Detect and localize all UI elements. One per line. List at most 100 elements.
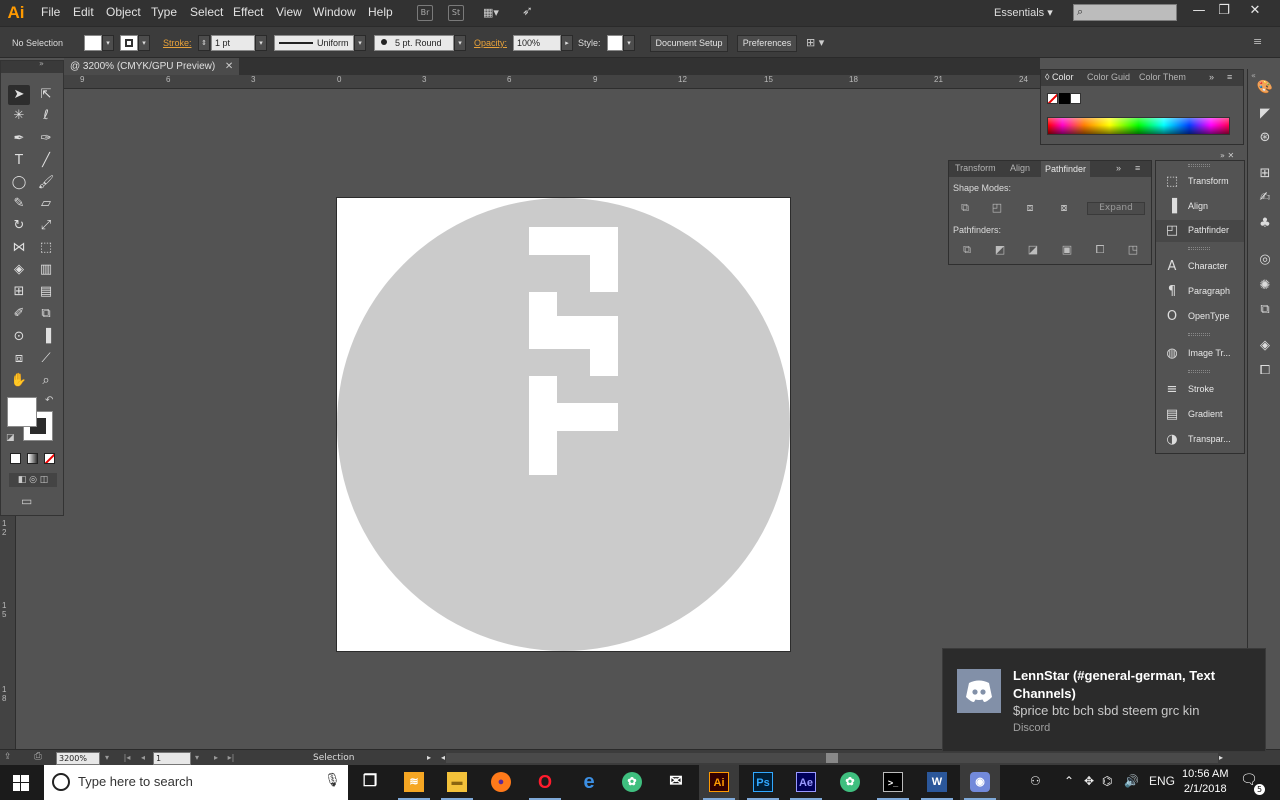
previous-artboard-icon[interactable]: ◂ <box>138 752 148 764</box>
width-tool-icon[interactable]: ⋈ <box>8 238 30 258</box>
tab-pathfinder[interactable]: Pathfinder <box>1041 161 1091 177</box>
taskbar-app-task-view[interactable]: ❒ <box>350 765 390 800</box>
tab-color-themes[interactable]: Color Them <box>1139 72 1186 82</box>
taskbar-app-opera[interactable]: O <box>525 765 565 800</box>
brush-field[interactable]: 5 pt. Round <box>374 35 454 51</box>
minimize-button[interactable]: — <box>1187 2 1211 20</box>
menu-edit[interactable]: Edit <box>73 5 94 19</box>
free-transform-tool-icon[interactable]: ⬚ <box>35 238 57 258</box>
artboard[interactable] <box>336 197 791 652</box>
expand-button[interactable]: Expand <box>1087 202 1145 215</box>
fill-swatch[interactable] <box>7 397 37 427</box>
dock-transparency[interactable]: ◑ Transpar... <box>1156 429 1244 451</box>
hand-tool-icon[interactable]: ✋ <box>8 371 30 391</box>
menu-help[interactable]: Help <box>368 5 393 19</box>
dock-paragraph[interactable]: ¶ Paragraph <box>1156 281 1244 303</box>
taskbar-app-mail[interactable]: ✉ <box>656 765 696 800</box>
artboard-number-field[interactable]: 1 <box>153 752 191 765</box>
tab-align[interactable]: Align <box>1010 163 1030 173</box>
dock-gradient[interactable]: ▤ Gradient <box>1156 404 1244 426</box>
brushes-icon[interactable]: ✍ <box>1256 189 1274 207</box>
taskbar-app-photoshop[interactable]: Ps <box>743 765 783 800</box>
expand-panel-icon[interactable]: » <box>1116 163 1121 173</box>
share-icon[interactable]: ⇪ <box>4 752 12 762</box>
taskbar-app-edge[interactable]: e <box>569 765 609 800</box>
tools-panel-header[interactable]: » <box>1 59 63 73</box>
search-stock-input[interactable]: ⌕ <box>1073 4 1177 21</box>
stroke-label[interactable]: Stroke: <box>163 38 192 48</box>
dropbox-icon[interactable]: ✥ <box>1084 774 1094 788</box>
stock-icon[interactable]: St <box>448 5 464 21</box>
clock[interactable]: 10:56 AM 2/1/2018 <box>1182 767 1228 797</box>
menu-file[interactable]: File <box>41 5 60 19</box>
color-guide-icon[interactable]: ◤ <box>1256 105 1274 123</box>
selection-tool-icon[interactable]: ➤ <box>8 85 30 105</box>
crop-icon[interactable]: ▣ <box>1059 243 1075 257</box>
dock-character[interactable]: A Character <box>1156 256 1244 278</box>
color-panel-icon[interactable]: 🎨 <box>1256 79 1274 97</box>
black-swatch[interactable] <box>1059 93 1070 104</box>
variable-width-field[interactable]: Uniform <box>274 35 354 51</box>
color-mode-icon[interactable] <box>10 453 21 464</box>
fill-dropdown[interactable]: ▾ <box>102 35 114 51</box>
panel-menu-icon[interactable]: ≡ <box>1227 72 1232 82</box>
taskbar-app-after-effects[interactable]: Ae <box>786 765 826 800</box>
dock-image-trace[interactable]: ◍ Image Tr... <box>1156 343 1244 365</box>
bridge-icon[interactable]: Br <box>417 5 433 21</box>
artboard-dropdown[interactable]: ▾ <box>192 752 202 764</box>
opacity-field[interactable]: 100% <box>513 35 561 51</box>
opacity-label[interactable]: Opacity: <box>474 38 507 48</box>
stroke-weight-stepper[interactable]: ⇕ <box>198 35 210 51</box>
eyedropper-tool-icon[interactable]: ✐ <box>8 304 30 324</box>
direct-selection-tool-icon[interactable]: ⇱ <box>35 85 57 105</box>
dock-grip[interactable] <box>1188 333 1210 336</box>
taskbar-app-discord[interactable]: ◉ <box>960 765 1000 800</box>
minus-back-icon[interactable]: ◳ <box>1125 243 1141 257</box>
rotate-tool-icon[interactable]: ↻ <box>8 216 30 236</box>
stroke-weight-dropdown[interactable]: ▾ <box>255 35 267 51</box>
arrange-icon[interactable]: ⊞ ▾ <box>806 36 824 49</box>
scale-tool-icon[interactable]: ⤢ <box>35 216 57 236</box>
zoom-tool-icon[interactable]: ⌕ <box>35 371 57 391</box>
pencil-tool-icon[interactable]: ✎ <box>8 194 30 214</box>
dock-grip[interactable] <box>1188 247 1210 250</box>
taskbar-app-green-2[interactable]: ✿ <box>830 765 870 800</box>
stroke-weight-field[interactable]: 1 pt <box>211 35 255 51</box>
volume-icon[interactable]: 🔊 <box>1124 774 1139 788</box>
swatches-icon[interactable]: ⊞ <box>1256 165 1274 183</box>
none-mode-icon[interactable] <box>44 453 55 464</box>
dock-pathfinder[interactable]: ◰ Pathfinder <box>1156 220 1244 242</box>
magic-wand-tool-icon[interactable]: ✳ <box>8 106 30 126</box>
perspective-grid-tool-icon[interactable]: ▥ <box>35 260 57 280</box>
taskbar-app-firefox[interactable]: ● <box>481 765 521 800</box>
expand-panel-icon[interactable]: » <box>1209 72 1214 82</box>
close-tab-icon[interactable]: ✕ <box>225 58 233 75</box>
style-dropdown[interactable]: ▾ <box>623 35 635 51</box>
collapse-icon[interactable]: » <box>39 59 44 68</box>
graphic-style-swatch[interactable] <box>607 35 623 51</box>
dock-grip[interactable] <box>1188 370 1210 373</box>
zoom-dropdown[interactable]: ▾ <box>102 752 112 764</box>
gradient-tool-icon[interactable]: ▤ <box>35 282 57 302</box>
workspace-switcher[interactable]: Essentials ▾ <box>994 6 1053 19</box>
dock-transform[interactable]: ⬚ Transform <box>1156 171 1244 193</box>
default-fill-stroke-icon[interactable]: ◪ <box>6 433 15 443</box>
export-icon[interactable]: ⎙ <box>34 751 42 762</box>
white-swatch[interactable] <box>1070 93 1081 104</box>
minus-front-icon[interactable]: ◰ <box>989 201 1005 215</box>
brush-dropdown[interactable]: ▾ <box>454 35 466 51</box>
status-menu-icon[interactable]: ▸ <box>424 752 434 764</box>
unite-icon[interactable]: ⧉ <box>957 201 973 215</box>
artboards-icon[interactable]: ⧠ <box>1256 362 1274 380</box>
language-indicator[interactable]: ENG <box>1149 774 1175 788</box>
menu-window[interactable]: Window <box>313 5 356 19</box>
collapse-dock-icon[interactable]: » ✕ <box>1220 151 1234 160</box>
lasso-tool-icon[interactable]: ℓ <box>35 106 57 126</box>
exclude-icon[interactable]: ⧇ <box>1056 201 1072 215</box>
start-button[interactable] <box>0 765 44 800</box>
stroke-dropdown[interactable]: ▾ <box>138 35 150 51</box>
people-icon[interactable]: ⚇ <box>1030 774 1041 788</box>
gradient-mode-icon[interactable] <box>27 453 38 464</box>
ellipse-tool-icon[interactable]: ◯ <box>8 173 30 193</box>
variable-width-dropdown[interactable]: ▾ <box>354 35 366 51</box>
